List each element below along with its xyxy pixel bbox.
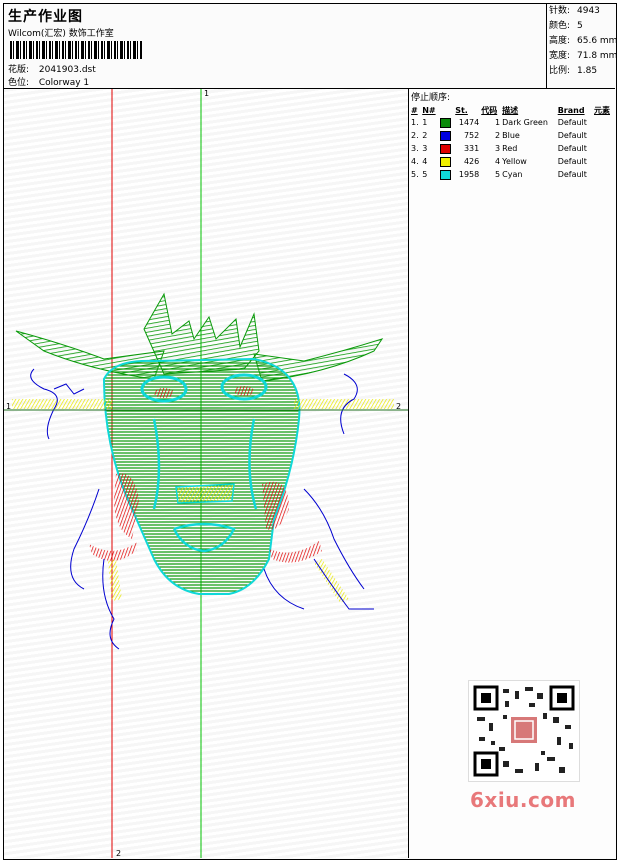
stats-box: 针数: 4943 颜色: 5 高度: 65.6 mm 宽度: 71.8 mm 比例: 1.… (546, 4, 618, 88)
row-num: 3. (411, 144, 419, 153)
color-swatch (440, 143, 452, 154)
col-desc: 描述 (502, 105, 519, 115)
axis-v2-bottom: 2 (116, 849, 122, 858)
row-num: 1. (411, 118, 419, 127)
row-swatch (439, 142, 454, 155)
row-stitches: 752 (463, 131, 480, 140)
design-value: 2041903.dst (38, 65, 96, 75)
row-element (593, 142, 614, 155)
header: 生产作业图 Wilcom(汇宏) 数饰工作室 花版: 2041903.dst 色… (4, 4, 546, 88)
row-stitches: 426 (463, 157, 480, 166)
row-desc: Yellow (502, 157, 527, 166)
row-brand: Default (557, 144, 587, 153)
right-eye (234, 386, 254, 396)
table-row: 3. 3 331 3 Red Default (410, 142, 614, 155)
embroidery-preview (4, 89, 408, 858)
table-row: 2. 2 752 2 Blue Default (410, 129, 614, 142)
axis-h1-left: 1 (6, 402, 12, 411)
row-element (593, 155, 614, 168)
row-brand: Default (557, 157, 587, 166)
table-row: 1. 1 1474 1 Dark Green Default (410, 116, 614, 129)
col-stitches: St. (455, 105, 468, 115)
row-element (593, 129, 614, 142)
color-sequence-table: # N# St. 代码 描述 Brand 元素 1. 1 1474 1 Dark Gre… (410, 104, 614, 181)
design-file-row: 花版: 2041903.dst (8, 62, 96, 75)
barcode (10, 41, 142, 59)
row-element (593, 168, 614, 181)
sequence-title: 停止顺序: (411, 93, 451, 103)
row-stitches: 1474 (458, 118, 480, 127)
mouth-teeth (175, 483, 235, 504)
qr-code-graphic (473, 685, 575, 777)
row-n: 5 (422, 170, 428, 179)
stat-height: 高度: 65.6 mm (549, 36, 618, 46)
page-title: 生产作业图 (8, 9, 83, 25)
qr-code (468, 680, 580, 782)
row-num: 2. (411, 131, 419, 140)
row-desc: Cyan (502, 170, 523, 179)
colorway-label: 色位: (8, 78, 30, 88)
row-swatch (439, 155, 454, 168)
col-n: N# (422, 105, 436, 115)
row-desc: Red (502, 144, 518, 153)
col-element: 元素 (594, 105, 610, 115)
row-code: 4 (495, 157, 501, 166)
row-num: 4. (411, 157, 419, 166)
row-brand: Default (557, 131, 587, 140)
col-brand: Brand (557, 105, 585, 115)
colorway-row: 色位: Colorway 1 (8, 75, 89, 88)
axis-h2-right: 2 (396, 402, 402, 411)
row-desc: Dark Green (502, 118, 548, 127)
right-cheek (262, 481, 289, 530)
row-swatch (439, 168, 454, 181)
left-eye (154, 388, 174, 398)
stat-colors: 颜色: 5 (549, 21, 583, 31)
col-code: 代码 (481, 105, 498, 115)
row-code: 3 (495, 144, 501, 153)
colorway-value: Colorway 1 (38, 78, 90, 88)
table-header: # N# St. 代码 描述 Brand 元素 (410, 104, 614, 116)
left-lower-red (89, 541, 139, 561)
color-swatch (440, 130, 452, 141)
row-brand: Default (557, 118, 587, 127)
row-code: 2 (495, 131, 501, 140)
row-stitches: 1958 (458, 170, 480, 179)
row-num: 5. (411, 170, 419, 179)
design-canvas[interactable]: 1 1 2 2 (4, 89, 408, 858)
left-yellow-tassel (108, 559, 122, 601)
axis-v1-top: 1 (204, 89, 210, 98)
design-label: 花版: (8, 65, 30, 75)
row-swatch (439, 116, 454, 129)
stat-scale: 比例: 1.85 (549, 66, 598, 76)
row-code: 5 (495, 170, 501, 179)
left-yellow-band (12, 399, 112, 409)
row-swatch (439, 129, 454, 142)
row-stitches: 331 (463, 144, 480, 153)
table-row: 5. 5 1958 5 Cyan Default (410, 168, 614, 181)
face (102, 357, 301, 595)
table-row: 4. 4 426 4 Yellow Default (410, 155, 614, 168)
row-n: 1 (422, 118, 428, 127)
stat-width: 宽度: 71.8 mm (549, 51, 618, 61)
row-n: 4 (422, 157, 428, 166)
row-n: 2 (422, 131, 428, 140)
color-swatch (440, 117, 452, 128)
row-brand: Default (557, 170, 587, 179)
row-n: 3 (422, 144, 428, 153)
color-swatch (440, 156, 452, 167)
right-yellow-tassel (314, 559, 349, 603)
stat-stitches: 针数: 4943 (549, 6, 600, 16)
row-desc: Blue (502, 131, 520, 140)
watermark: 6xiu.com (470, 788, 576, 812)
color-swatch (440, 169, 452, 180)
row-element (593, 116, 614, 129)
row-code: 1 (495, 118, 501, 127)
col-swatch (439, 104, 454, 116)
col-num: # (411, 105, 418, 115)
studio-name: Wilcom(汇宏) 数饰工作室 (8, 29, 114, 39)
